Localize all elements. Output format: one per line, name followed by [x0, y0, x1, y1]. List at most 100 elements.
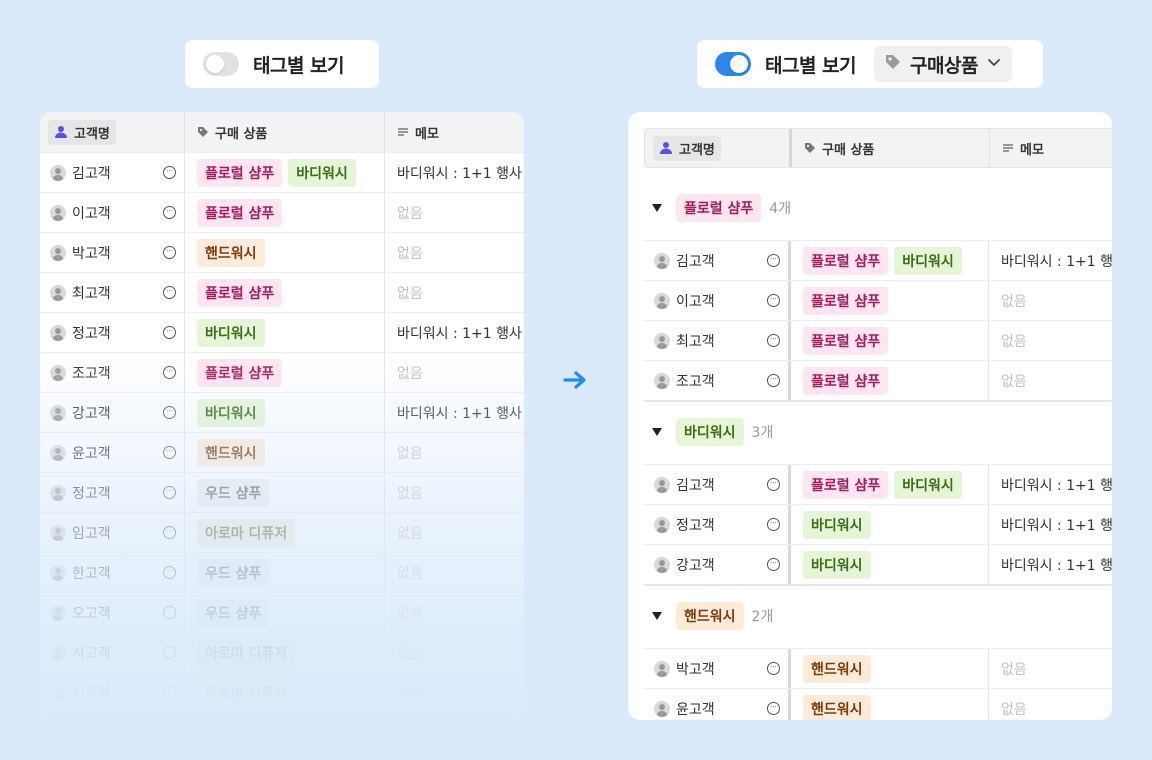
product-tag[interactable]: 핸드워시: [197, 238, 265, 267]
product-tag[interactable]: 바디워시: [288, 158, 356, 187]
table-row[interactable]: 오고객 ··· 우드 샴푸 없음: [40, 592, 524, 632]
comment-icon[interactable]: ···: [163, 246, 176, 259]
table-row[interactable]: 박고객 ··· 핸드워시 없음: [40, 232, 524, 272]
group-header[interactable]: 플로럴 샴푸 4개: [644, 176, 1112, 240]
table-row[interactable]: 박고객 ··· 핸드워시 없음: [644, 648, 1112, 688]
customer-cell[interactable]: 윤고객 ···: [644, 689, 788, 720]
comment-icon[interactable]: ···: [163, 566, 176, 579]
memo-cell[interactable]: 없음: [988, 689, 1112, 720]
product-tag[interactable]: 바디워시: [803, 510, 871, 539]
products-cell[interactable]: 바디워시: [788, 545, 988, 584]
products-cell[interactable]: 아로마 디퓨저: [184, 673, 384, 712]
table-row[interactable]: 김고객···플로럴 샴푸바디워시바디워시 : 1+1 행사 상품: [40, 152, 524, 192]
comment-icon[interactable]: ···: [767, 518, 780, 531]
table-row[interactable]: 김고객···플로럴 샴푸바디워시바디워시 : 1+1 행사 상품: [644, 464, 1112, 504]
customer-cell[interactable]: 박고객 ···: [40, 233, 184, 272]
table-row[interactable]: 조고객 ··· 플로럴 샴푸 없음: [40, 352, 524, 392]
memo-cell[interactable]: 없음: [384, 233, 524, 272]
product-tag[interactable]: 바디워시: [803, 550, 871, 579]
product-tag[interactable]: 플로럴 샴푸: [197, 278, 283, 307]
products-cell[interactable]: 아로마 디퓨저: [184, 513, 384, 552]
products-cell[interactable]: 플로럴 샴푸: [788, 281, 988, 320]
memo-cell[interactable]: 없음: [384, 433, 524, 472]
table-row[interactable]: 정고객 ··· 바디워시 바디워시 : 1+1 행사 상품: [644, 504, 1112, 544]
memo-cell[interactable]: 바디워시 : 1+1 행사 상품: [384, 313, 524, 352]
product-tag[interactable]: 플로럴 샴푸: [803, 326, 889, 355]
customer-cell[interactable]: 이고객 ···: [40, 193, 184, 232]
group-header[interactable]: 바디워시 3개: [644, 400, 1112, 464]
memo-cell[interactable]: 없음: [384, 353, 524, 392]
customer-cell[interactable]: 박고객 ···: [644, 649, 788, 688]
products-cell[interactable]: 우드 샴푸: [184, 593, 384, 632]
comment-icon[interactable]: ···: [163, 526, 176, 539]
column-memo[interactable]: 메모: [989, 129, 1112, 167]
products-cell[interactable]: 플로럴 샴푸: [184, 353, 384, 392]
comment-icon[interactable]: ···: [163, 166, 176, 179]
memo-cell[interactable]: 바디워시 : 1+1 행사 상품: [988, 545, 1112, 584]
products-cell[interactable]: 플로럴 샴푸: [184, 193, 384, 232]
column-memo[interactable]: 메모: [384, 112, 524, 152]
product-tag[interactable]: 핸드워시: [803, 694, 871, 720]
product-tag[interactable]: 바디워시: [197, 318, 265, 347]
memo-cell[interactable]: 바디워시 : 1+1 행사 상품: [988, 241, 1112, 280]
table-row[interactable]: 신고객 ··· 아로마 디퓨저 없음: [40, 672, 524, 712]
product-tag[interactable]: 플로럴 샴푸: [197, 158, 283, 187]
customer-cell[interactable]: 정고객 ···: [40, 473, 184, 512]
memo-cell[interactable]: 없음: [988, 649, 1112, 688]
customer-cell[interactable]: 김고객 ···: [644, 465, 788, 504]
product-tag[interactable]: 플로럴 샴푸: [803, 246, 889, 275]
table-row[interactable]: 최고객 ··· 플로럴 샴푸 없음: [644, 320, 1112, 360]
product-tag[interactable]: 플로럴 샴푸: [803, 470, 889, 499]
memo-cell[interactable]: 없음: [988, 361, 1112, 400]
products-cell[interactable]: 바디워시: [788, 505, 988, 544]
product-tag[interactable]: 플로럴 샴푸: [197, 198, 283, 227]
customer-cell[interactable]: 윤고객 ···: [40, 433, 184, 472]
product-tag[interactable]: 우드 샴푸: [197, 558, 270, 587]
table-row[interactable]: 정고객 ··· 우드 샴푸 없음: [40, 472, 524, 512]
product-tag[interactable]: 우드 샴푸: [197, 598, 270, 627]
products-cell[interactable]: 플로럴 샴푸: [788, 321, 988, 360]
customer-cell[interactable]: 신고객 ···: [40, 673, 184, 712]
comment-icon[interactable]: ···: [163, 686, 176, 699]
comment-icon[interactable]: ···: [163, 446, 176, 459]
products-cell[interactable]: 플로럴 샴푸: [788, 361, 988, 400]
collapse-triangle-icon[interactable]: [652, 428, 662, 436]
comment-icon[interactable]: ···: [163, 206, 176, 219]
customer-cell[interactable]: 정고객 ···: [644, 505, 788, 544]
products-cell[interactable]: 플로럴 샴푸 바디워시: [184, 153, 384, 192]
customer-cell[interactable]: 이고객 ···: [644, 281, 788, 320]
products-cell[interactable]: 바디워시: [184, 313, 384, 352]
column-customer[interactable]: 고객명: [645, 129, 789, 167]
memo-cell[interactable]: 없음: [384, 673, 524, 712]
collapse-triangle-icon[interactable]: [652, 204, 662, 212]
memo-cell[interactable]: 없음: [384, 633, 524, 672]
customer-cell[interactable]: 조고객 ···: [40, 353, 184, 392]
product-tag[interactable]: 바디워시: [197, 398, 265, 427]
column-products[interactable]: 구매 상품: [184, 112, 384, 152]
comment-icon[interactable]: ···: [163, 286, 176, 299]
table-row[interactable]: 김고객···플로럴 샴푸바디워시바디워시 : 1+1 행사 상품: [644, 240, 1112, 280]
comment-icon[interactable]: ···: [767, 334, 780, 347]
table-row[interactable]: 서고객 ··· 아로마 디퓨저 없음: [40, 632, 524, 672]
memo-cell[interactable]: 바디워시 : 1+1 행사 상품: [384, 393, 524, 432]
product-tag[interactable]: 플로럴 샴푸: [803, 286, 889, 315]
product-tag[interactable]: 바디워시: [894, 470, 962, 499]
product-tag[interactable]: 아로마 디퓨저: [197, 638, 296, 667]
table-row[interactable]: 이고객 ··· 플로럴 샴푸 없음: [40, 192, 524, 232]
customer-cell[interactable]: 최고객 ···: [644, 321, 788, 360]
table-row[interactable]: 임고객 ··· 아로마 디퓨저 없음: [40, 512, 524, 552]
table-row[interactable]: 윤고객 ··· 핸드워시 없음: [40, 432, 524, 472]
table-row[interactable]: 강고객 ··· 바디워시 바디워시 : 1+1 행사 상품: [40, 392, 524, 432]
customer-cell[interactable]: 강고객 ···: [40, 393, 184, 432]
product-tag[interactable]: 핸드워시: [803, 654, 871, 683]
memo-cell[interactable]: 바디워시 : 1+1 행사 상품: [384, 153, 524, 192]
customer-cell[interactable]: 김고객 ···: [644, 241, 788, 280]
products-cell[interactable]: 핸드워시: [184, 433, 384, 472]
comment-icon[interactable]: ···: [767, 374, 780, 387]
products-cell[interactable]: 아로마 디퓨저: [184, 633, 384, 672]
group-header[interactable]: 핸드워시 2개: [644, 584, 1112, 648]
comment-icon[interactable]: ···: [767, 662, 780, 675]
memo-cell[interactable]: 없음: [384, 593, 524, 632]
comment-icon[interactable]: ···: [163, 406, 176, 419]
memo-cell[interactable]: 없음: [384, 513, 524, 552]
